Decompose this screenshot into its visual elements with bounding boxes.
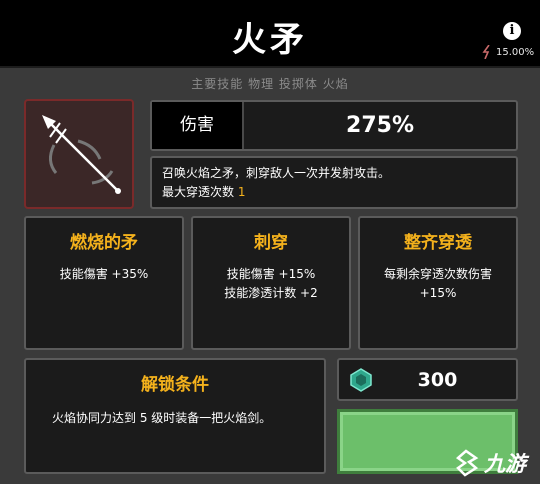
upgrade-effect: +15% (419, 286, 457, 300)
9game-logo (455, 449, 479, 477)
unlock-title: 解锁条件 (141, 375, 209, 395)
upgrade-effect: 技能傷害 +15% (226, 267, 316, 281)
cost-display: 300 (337, 358, 518, 401)
upgrade-effect: 技能渗透计数 +2 (224, 286, 318, 300)
skill-description: 召唤火焰之矛，刺穿敌人一次并发射攻击。 最大穿透次数 1 (150, 156, 518, 209)
fire-spear-icon (42, 115, 121, 194)
skill-title: 火矛 (232, 20, 308, 60)
upgrade-effect: 技能傷害 +35% (59, 267, 149, 281)
damage-label: 伤害 (152, 102, 244, 149)
upgrade-card-pierce[interactable]: 刺穿 技能傷害 +15% 技能渗透计数 +2 (191, 216, 351, 350)
watermark: 九游 (452, 448, 526, 478)
lightning-bolt-icon (482, 45, 490, 59)
pierce-count-line: 最大穿透次数 1 (162, 183, 506, 202)
pierce-count-label: 最大穿透次数 (162, 185, 235, 199)
cost-value: 300 (417, 368, 458, 391)
header-bar: 火矛 i 15.00% (0, 0, 540, 68)
stat-indicator: 15.00% (482, 44, 534, 60)
upgrade-title: 刺穿 (254, 233, 288, 253)
watermark-text: 九游 (484, 452, 526, 476)
damage-value: 275% (346, 113, 414, 138)
upgrade-title: 整齐穿透 (404, 233, 472, 253)
gem-icon (350, 367, 372, 392)
unlock-text: 火焰协同力达到 5 级时装备一把火焰剑。 (52, 411, 272, 425)
skill-tags: 主要技能 物理 投掷体 火焰 (191, 77, 349, 91)
stat-value: 15.00% (496, 46, 535, 58)
damage-row: 伤害 275% (150, 100, 518, 151)
info-icon[interactable]: i (503, 22, 521, 40)
upgrade-title: 燃烧的矛 (70, 233, 138, 253)
unlock-condition-panel: 解锁条件 火焰协同力达到 5 级时装备一把火焰剑。 (24, 358, 326, 474)
pierce-count-value: 1 (237, 185, 246, 199)
upgrade-card-neat-pierce[interactable]: 整齐穿透 每剩余穿透次数伤害 +15% (358, 216, 518, 350)
description-line: 召唤火焰之矛，刺穿敌人一次并发射攻击。 (162, 166, 391, 180)
upgrade-card-burning-spear[interactable]: 燃烧的矛 技能傷害 +35% (24, 216, 184, 350)
skill-icon-frame (24, 99, 134, 209)
upgrade-effect: 每剩余穿透次数伤害 (383, 267, 492, 281)
